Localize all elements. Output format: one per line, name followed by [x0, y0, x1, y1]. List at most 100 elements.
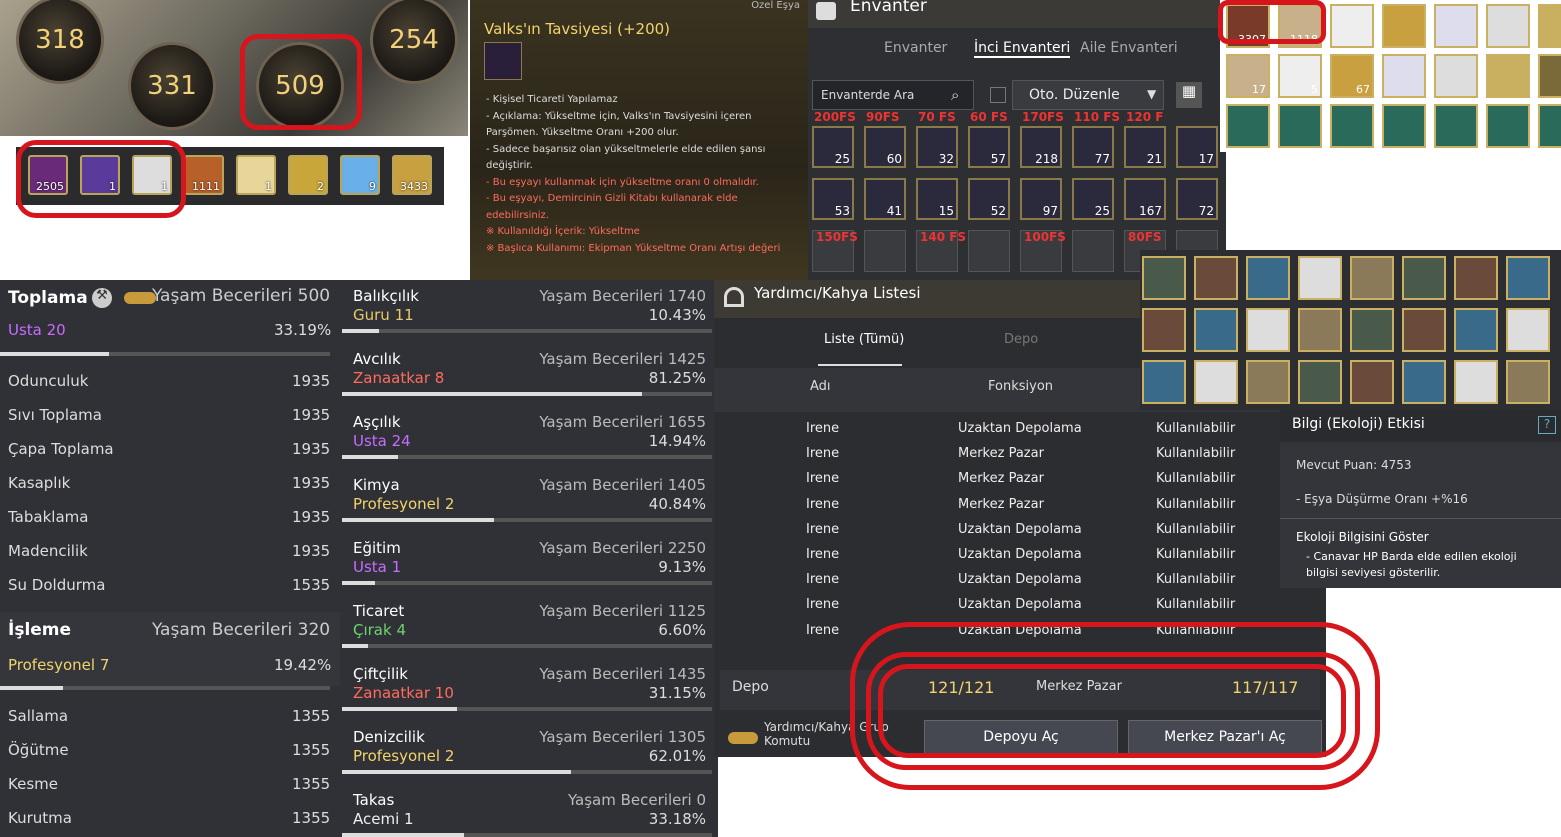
inventory-slot[interactable] [1454, 256, 1498, 300]
inventory-slot[interactable] [1298, 360, 1342, 404]
inventory-slot[interactable] [1486, 4, 1530, 48]
inventory-slot[interactable]: 57 [968, 126, 1010, 168]
inventory-slot[interactable]: 15 [916, 178, 958, 220]
inventory-slot[interactable]: 218 [1020, 126, 1062, 168]
inventory-slot[interactable] [1350, 360, 1394, 404]
inventory-slot[interactable]: 72 [1176, 178, 1218, 220]
inventory-slot[interactable] [1298, 256, 1342, 300]
grid-view-icon[interactable]: ▦ [1176, 82, 1202, 108]
quickslot[interactable]: 1111 [184, 155, 224, 195]
fs-label: 170FS [1022, 110, 1064, 124]
inventory-slot[interactable] [1350, 308, 1394, 352]
node-value[interactable]: 254 [370, 0, 458, 84]
quickslot[interactable]: 3433 [392, 155, 432, 195]
butler-function: Uzaktan Depolama [958, 572, 1082, 588]
inventory-slot[interactable] [1402, 360, 1446, 404]
inventory-slot[interactable] [1538, 4, 1561, 48]
search-box[interactable]: Envanterde Ara ⌕ [812, 80, 974, 110]
inventory-slot[interactable] [1382, 54, 1426, 98]
inventory-slot[interactable] [1486, 104, 1530, 148]
group-command-toggle[interactable] [728, 732, 758, 744]
fs-label: 100FS [1024, 230, 1066, 244]
quickslot[interactable]: 1 [236, 155, 276, 195]
inventory-slot[interactable] [1142, 360, 1186, 404]
inventory-slot[interactable] [1434, 4, 1478, 48]
skill-name: Kurutma [8, 809, 72, 827]
inventory-slot[interactable] [1194, 308, 1238, 352]
butler-status: Kullanılabilir [1156, 521, 1236, 537]
inventory-slot[interactable] [1382, 104, 1426, 148]
inventory-slot[interactable] [1194, 256, 1238, 300]
inventory-slot[interactable] [1350, 256, 1394, 300]
inventory-slot[interactable] [1194, 360, 1238, 404]
skill-value: 1935 [292, 372, 331, 390]
inventory-slot[interactable]: 67 [1330, 54, 1374, 98]
inventory-slot[interactable] [1246, 360, 1290, 404]
tab-pearl-inventory[interactable]: İnci Envanteri [974, 40, 1071, 58]
tab-list-all[interactable]: Liste (Tümü) [824, 332, 904, 347]
inventory-slot[interactable] [1538, 104, 1561, 148]
inventory-slot[interactable] [1434, 104, 1478, 148]
tab-inventory[interactable]: Envanter [884, 40, 947, 56]
inventory-slot[interactable] [1226, 104, 1270, 148]
bag-icon [816, 2, 836, 20]
help-icon[interactable]: ? [1538, 416, 1556, 434]
inventory-slot[interactable] [1142, 308, 1186, 352]
inventory-slot[interactable]: 1 [1538, 54, 1561, 98]
inventory-slot[interactable] [1402, 256, 1446, 300]
inventory-slot[interactable] [1246, 308, 1290, 352]
inventory-slot[interactable] [1506, 256, 1550, 300]
inventory-slot[interactable] [1454, 308, 1498, 352]
inventory-slot[interactable] [1330, 4, 1374, 48]
inventory-slot[interactable]: 41 [864, 178, 906, 220]
highlight-ring [878, 664, 1346, 758]
inventory-slot[interactable]: 52 [968, 178, 1010, 220]
inventory-slot[interactable] [1142, 256, 1186, 300]
auto-sort-checkbox[interactable] [990, 87, 1006, 103]
inventory-slot[interactable] [1454, 360, 1498, 404]
slot-count: 1111 [192, 180, 220, 193]
inventory-slot[interactable] [1506, 308, 1550, 352]
inventory-slot[interactable] [1278, 104, 1322, 148]
skill-pct: 10.43% [648, 306, 706, 324]
node-value[interactable]: 331 [128, 42, 216, 130]
tab-depot[interactable]: Depo [1004, 332, 1038, 347]
quickslot[interactable]: 2 [288, 155, 328, 195]
inventory-slot[interactable] [1382, 4, 1426, 48]
node-value[interactable]: 318 [16, 0, 104, 84]
inventory-slot[interactable]: 60 [864, 126, 906, 168]
quickslot[interactable]: 9 [340, 155, 380, 195]
inventory-slot[interactable]: 25 [812, 126, 854, 168]
inventory-slot[interactable] [1506, 360, 1550, 404]
inventory-slot[interactable]: 77 [1072, 126, 1114, 168]
skill-life-level: Yaşam Becerileri 1125 [539, 602, 706, 620]
inventory-slot[interactable]: 167 [1124, 178, 1166, 220]
inventory-slot[interactable]: 25 [1072, 178, 1114, 220]
inventory-slot[interactable] [1486, 54, 1530, 98]
skill-name: Takas [353, 791, 395, 809]
skill-name: Ticaret [353, 602, 405, 620]
inventory-slot[interactable]: 5 [1278, 54, 1322, 98]
inventory-slot[interactable] [1246, 256, 1290, 300]
tab-family-inventory[interactable]: Aile Envanteri [1080, 40, 1178, 56]
skill-name: Öğütme [8, 741, 69, 759]
empty-slot[interactable] [1072, 230, 1114, 272]
inventory-slot[interactable] [1298, 308, 1342, 352]
inventory-slot[interactable]: 21 [1124, 126, 1166, 168]
fs-label: 110 FS [1074, 110, 1121, 124]
empty-slot[interactable] [864, 230, 906, 272]
auto-sort-dropdown[interactable]: Oto. Düzenle ▼ [1012, 80, 1164, 110]
fs-label: 150FS [816, 230, 858, 244]
inventory-slot[interactable] [1434, 54, 1478, 98]
inventory-slot[interactable] [1402, 308, 1446, 352]
inventory-slot[interactable]: 97 [1020, 178, 1062, 220]
inventory-slot[interactable]: 53 [812, 178, 854, 220]
inventory-slot[interactable] [1330, 104, 1374, 148]
search-icon[interactable]: ⌕ [951, 86, 959, 104]
inventory-slot[interactable]: 17 [1176, 126, 1218, 168]
inventory-slot[interactable]: 32 [916, 126, 958, 168]
empty-slot[interactable] [968, 230, 1010, 272]
inventory-slot[interactable]: 17 [1226, 54, 1270, 98]
skill-life-level: Yaşam Becerileri 1740 [539, 287, 706, 305]
highlight-ring [1218, 0, 1326, 44]
